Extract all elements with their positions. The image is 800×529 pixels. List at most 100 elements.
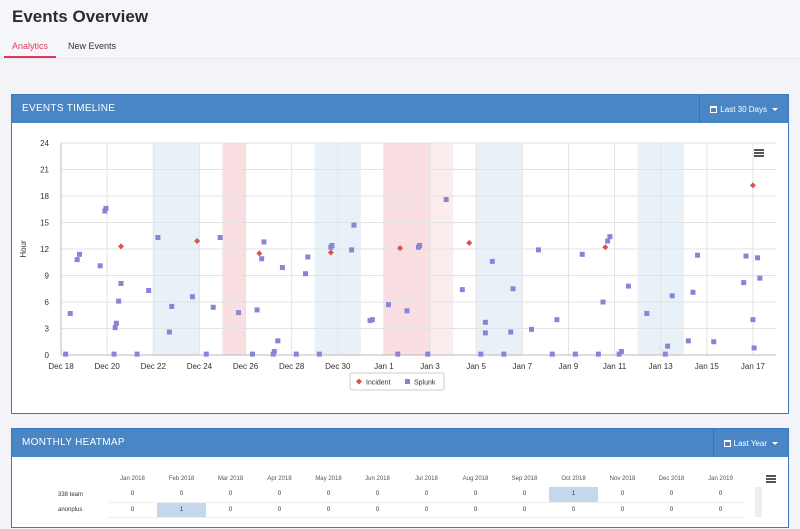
splunk-point: [607, 234, 613, 240]
tab-analytics[interactable]: Analytics: [12, 41, 48, 51]
heatmap-column-header: Jan 2019: [708, 476, 733, 482]
heatmap-cell[interactable]: 0: [696, 502, 745, 518]
heatmap-cell[interactable]: 0: [206, 502, 255, 518]
heatmap-column-header: Jul 2018: [415, 476, 438, 482]
timeline-range-label: Last 30 Days: [720, 104, 767, 114]
heatmap-cell[interactable]: 0: [108, 502, 157, 518]
splunk-point: [329, 242, 335, 248]
heatmap-cell[interactable]: 0: [353, 487, 402, 503]
x-tick-label: Dec 22: [141, 362, 167, 371]
heatmap-cell[interactable]: 1: [549, 487, 598, 503]
heatmap-cell[interactable]: 0: [500, 502, 549, 518]
splunk-point: [755, 255, 761, 261]
splunk-point: [261, 239, 267, 245]
heatmap-cell[interactable]: 0: [451, 502, 500, 518]
heatmap-cell[interactable]: 0: [304, 502, 353, 518]
heatmap-cell[interactable]: 0: [549, 502, 598, 518]
splunk-point: [425, 351, 431, 357]
heatmap-cell[interactable]: 0: [500, 487, 549, 503]
legend-splunk-label: Splunk: [414, 380, 436, 387]
heatmap-column-header: Aug 2018: [462, 476, 489, 482]
splunk-point: [605, 238, 611, 244]
splunk-point: [97, 263, 103, 269]
heatmap-cell[interactable]: 0: [647, 502, 696, 518]
splunk-point: [67, 310, 73, 316]
heatmap-row: 338 team 0 0 0 0 0 0 0 0 0 1 0 0 0: [56, 487, 745, 503]
heatmap-range-button[interactable]: Last Year: [712, 429, 788, 457]
splunk-point: [662, 351, 668, 357]
x-tick-label: Jan 15: [695, 362, 720, 371]
splunk-point: [146, 288, 152, 294]
heatmap-table: Jan 2018 Feb 2018 Mar 2018 Apr 2018 May 2018…: [56, 471, 745, 518]
splunk-point: [549, 351, 555, 357]
splunk-point: [625, 283, 631, 289]
heatmap-column-header: Jun 2018: [365, 476, 390, 482]
heatmap-cell[interactable]: 0: [304, 487, 353, 503]
calendar-icon: [723, 439, 731, 447]
heatmap-cell[interactable]: 0: [696, 487, 745, 503]
splunk-point: [112, 325, 118, 331]
heatmap-cell[interactable]: 0: [353, 502, 402, 518]
heatmap-menu-icon[interactable]: [766, 475, 776, 483]
splunk-point: [529, 326, 535, 332]
calendar-icon: [710, 105, 718, 113]
splunk-point: [369, 317, 375, 323]
x-tick-label: Jan 13: [649, 362, 674, 371]
heatmap-cell[interactable]: 0: [255, 502, 304, 518]
heatmap-cell[interactable]: 0: [108, 487, 157, 503]
y-tick-label: 3: [45, 325, 50, 334]
heatmap-range-label: Last Year: [733, 438, 767, 448]
chart-menu-icon[interactable]: [754, 149, 764, 157]
heatmap-header-row: Jan 2018 Feb 2018 Mar 2018 Apr 2018 May 2018…: [56, 471, 745, 487]
heatmap-cell[interactable]: 0: [157, 487, 206, 503]
splunk-point: [76, 251, 82, 257]
tab-new-events[interactable]: New Events: [68, 41, 116, 51]
splunk-point: [600, 299, 606, 305]
heatmap-row-label: 338 team: [58, 491, 84, 498]
heatmap-cell[interactable]: 0: [598, 502, 647, 518]
heatmap-cell[interactable]: 0: [598, 487, 647, 503]
timeline-range-button[interactable]: Last 30 Days: [699, 95, 788, 123]
splunk-point: [395, 351, 401, 357]
splunk-point: [459, 287, 465, 293]
x-tick-label: Dec 28: [279, 362, 305, 371]
splunk-point: [404, 308, 410, 314]
splunk-point: [669, 293, 675, 299]
heatmap-cell[interactable]: 0: [255, 487, 304, 503]
splunk-point: [134, 351, 140, 357]
heatmap-column-header: Sep 2018: [511, 476, 538, 482]
splunk-point: [349, 247, 355, 253]
heatmap-panel-header: MONTHLY HEATMAP Last Year: [12, 429, 788, 457]
splunk-point: [169, 303, 175, 309]
x-tick-label: Jan 1: [374, 362, 394, 371]
splunk-point: [111, 351, 117, 357]
y-tick-label: 0: [45, 351, 50, 360]
incident-point: [117, 243, 124, 250]
splunk-point: [210, 304, 216, 310]
splunk-point: [489, 258, 495, 264]
splunk-point: [478, 351, 484, 357]
splunk-point: [103, 205, 109, 211]
heatmap-cell[interactable]: 0: [402, 487, 451, 503]
heatmap-cell[interactable]: 0: [206, 487, 255, 503]
active-tab-indicator: [4, 56, 56, 58]
heatmap-corner: [56, 471, 108, 487]
splunk-point: [685, 338, 691, 344]
heatmap-cell[interactable]: 0: [647, 487, 696, 503]
x-tick-label: Jan 9: [559, 362, 579, 371]
incident-point: [256, 250, 263, 257]
splunk-point: [275, 338, 281, 344]
heatmap-cell[interactable]: 0: [402, 502, 451, 518]
heatmap-scrollbar[interactable]: [755, 487, 762, 517]
legend-incident-label: Incident: [366, 380, 391, 387]
splunk-point: [508, 329, 514, 335]
heatmap-cell[interactable]: 0: [451, 487, 500, 503]
splunk-point: [386, 302, 392, 308]
heatmap-column-header: Apr 2018: [267, 476, 292, 482]
heatmap-body: Jan 2018 Feb 2018 Mar 2018 Apr 2018 May 2018…: [12, 457, 788, 529]
splunk-point: [293, 351, 299, 357]
heatmap-cell[interactable]: 1: [157, 502, 206, 518]
splunk-point: [695, 252, 701, 258]
y-tick-label: 24: [40, 139, 49, 148]
y-tick-label: 9: [45, 272, 50, 281]
